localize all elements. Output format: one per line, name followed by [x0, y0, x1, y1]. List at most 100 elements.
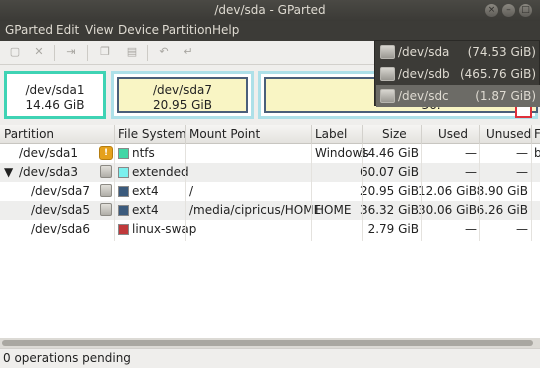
grid-line — [114, 144, 115, 241]
disk-map-sda1[interactable]: /dev/sda1 14.46 GiB — [4, 71, 106, 119]
unused: — — [516, 165, 528, 179]
size: 60.07 GiB — [359, 165, 419, 179]
menu-device[interactable]: Device — [118, 23, 159, 37]
table-row[interactable]: ▼ /dev/sda3 extended 60.07 GiB — — — [0, 163, 540, 182]
used: 30.06 GiB — [417, 203, 477, 217]
device-item-name: /dev/sda — [398, 45, 450, 59]
undo-icon[interactable]: ↶ — [157, 45, 171, 59]
column-separator — [114, 125, 115, 144]
toolbar-separator — [87, 45, 88, 61]
file-system: extended — [132, 165, 189, 179]
fs-color-swatch — [118, 148, 129, 159]
new-partition-icon[interactable]: ▢ — [8, 45, 22, 59]
lock-icon — [100, 203, 112, 216]
window-title: /dev/sda - GParted — [214, 3, 326, 17]
horizontal-scrollbar[interactable] — [0, 338, 540, 348]
fs-color-swatch — [118, 205, 129, 216]
used: — — [465, 146, 477, 160]
table-row[interactable]: /dev/sda6 linux-swap 2.79 GiB — — — [0, 220, 540, 239]
partition-name: /dev/sda5 — [31, 203, 91, 217]
device-item-sdc[interactable]: /dev/sdc (1.87 GiB) — [376, 85, 540, 107]
used: — — [465, 222, 477, 236]
scrollbar-thumb[interactable] — [2, 340, 533, 346]
partition-name: /dev/sda3 — [19, 165, 79, 179]
disk-map-sda1-name: /dev/sda1 — [25, 83, 85, 97]
device-item-name: /dev/sdb — [398, 67, 450, 81]
table-row[interactable]: /dev/sda5 ext4 /media/cipricus/HOME HOME… — [0, 201, 540, 220]
column-separator — [531, 125, 532, 144]
grid-line — [531, 144, 532, 241]
delete-icon[interactable]: ✕ — [32, 45, 46, 59]
column-header-size[interactable]: Size — [382, 127, 407, 141]
column-header-used[interactable]: Used — [438, 127, 468, 141]
mount-point: /media/cipricus/HOME — [189, 203, 322, 217]
disk-map-sda7-usage: /dev/sda7 20.95 GiB — [117, 77, 248, 113]
column-header-flags[interactable]: Fl — [534, 127, 540, 141]
column-separator — [479, 125, 480, 144]
size: 2.79 GiB — [367, 222, 419, 236]
device-item-sda[interactable]: /dev/sda (74.53 GiB) — [376, 41, 540, 63]
status-text: 0 operations pending — [3, 351, 131, 365]
size: 14.46 GiB — [359, 146, 419, 160]
column-separator — [311, 125, 312, 144]
fs-color-swatch — [118, 224, 129, 235]
menu-help[interactable]: Help — [212, 23, 239, 37]
device-item-name: /dev/sdc — [398, 89, 449, 103]
toolbar-separator — [54, 45, 55, 61]
column-header-mount-point[interactable]: Mount Point — [189, 127, 260, 141]
partition-name: /dev/sda7 — [31, 184, 91, 198]
status-bar: 0 operations pending — [0, 348, 540, 368]
partition-name: /dev/sda1 — [19, 146, 79, 160]
column-header-partition[interactable]: Partition — [4, 127, 54, 141]
column-header-file-system[interactable]: File System — [118, 127, 187, 141]
size: 36.32 GiB — [359, 203, 419, 217]
paste-icon[interactable]: ▤ — [125, 45, 139, 59]
file-system: linux-swap — [132, 222, 197, 236]
unused: — — [516, 222, 528, 236]
copy-icon[interactable]: ❐ — [98, 45, 112, 59]
hard-disk-icon — [380, 45, 395, 59]
column-separator — [421, 125, 422, 144]
column-separator — [185, 125, 186, 144]
toolbar-separator — [147, 45, 148, 61]
unused: 8.90 GiB — [476, 184, 528, 198]
disk-map-sda7[interactable]: /dev/sda7 20.95 GiB — [111, 71, 254, 119]
device-item-size: (74.53 GiB) — [467, 45, 536, 59]
apply-icon[interactable]: ↵ — [181, 45, 195, 59]
flags: b — [534, 146, 540, 160]
column-header-unused[interactable]: Unused — [486, 127, 531, 141]
disk-map-sda7-name: /dev/sda7 — [152, 83, 213, 97]
file-system: ext4 — [132, 203, 159, 217]
fs-color-swatch — [118, 186, 129, 197]
menu-edit[interactable]: Edit — [56, 23, 79, 37]
file-system: ntfs — [132, 146, 155, 160]
lock-icon — [100, 184, 112, 197]
unused: 6.26 GiB — [476, 203, 528, 217]
menu-gparted[interactable]: GParted — [5, 23, 53, 37]
fs-color-swatch — [118, 167, 129, 178]
grid-line — [311, 144, 312, 241]
file-system: ext4 — [132, 184, 159, 198]
grid-line — [362, 144, 363, 241]
partition-name: /dev/sda6 — [31, 222, 91, 236]
resize-move-icon[interactable]: ⇥ — [64, 45, 78, 59]
device-item-sdb[interactable]: /dev/sdb (465.76 GiB) — [376, 63, 540, 85]
menu-view[interactable]: View — [85, 23, 113, 37]
warning-icon: ! — [99, 146, 113, 160]
size: 20.95 GiB — [359, 184, 419, 198]
device-item-size: (1.87 GiB) — [475, 89, 536, 103]
column-header-label[interactable]: Label — [315, 127, 347, 141]
menu-bar: GParted Edit View Device Partition Help — [0, 21, 540, 41]
menu-partition[interactable]: Partition — [162, 23, 212, 37]
device-item-size: (465.76 GiB) — [459, 67, 536, 81]
grid-line — [185, 144, 186, 241]
title-bar: × – □ /dev/sda - GParted — [0, 0, 540, 21]
table-row[interactable]: /dev/sda7 ext4 / 20.95 GiB 12.06 GiB 8.9… — [0, 182, 540, 201]
table-row[interactable]: /dev/sda1 ! ntfs Windows 14.46 GiB — — b — [0, 144, 540, 163]
device-dropdown: /dev/sda (74.53 GiB) /dev/sdb (465.76 Gi… — [374, 40, 540, 107]
expander-arrow-icon[interactable]: ▼ — [4, 165, 13, 179]
mount-point: / — [189, 184, 194, 198]
label: HOME — [315, 203, 352, 217]
column-separator — [362, 125, 363, 144]
lock-icon — [100, 165, 112, 178]
